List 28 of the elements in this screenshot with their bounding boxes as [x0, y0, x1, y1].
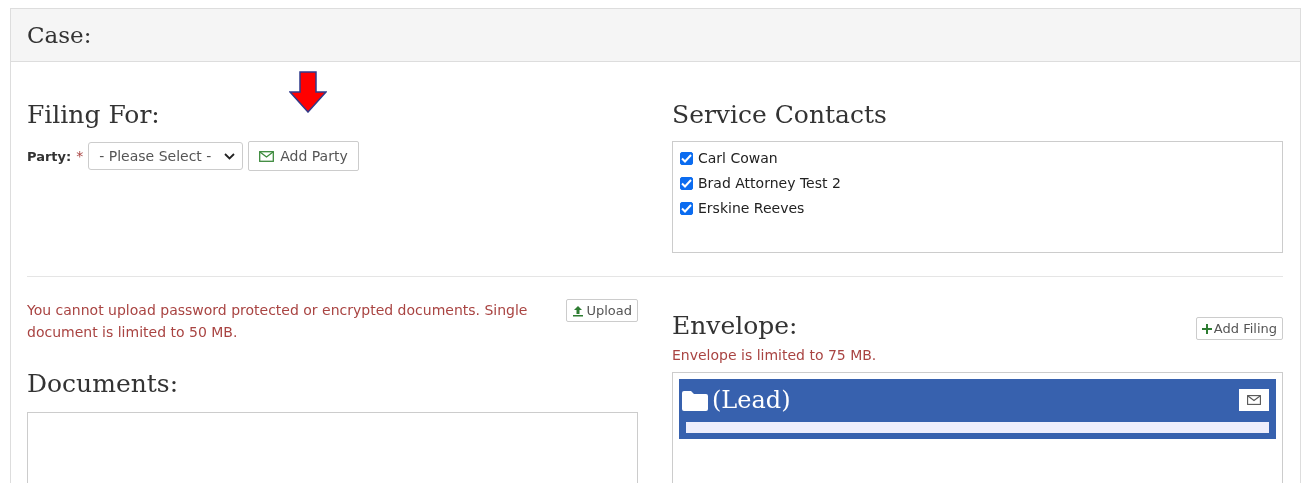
envelope-icon — [1247, 395, 1261, 405]
upload-button[interactable]: Upload — [566, 299, 638, 322]
panel-title: Case: — [27, 22, 92, 48]
section-heading: Envelope: — [672, 311, 798, 340]
email-button[interactable] — [1239, 389, 1269, 411]
add-party-button[interactable]: Add Party — [248, 141, 359, 171]
section-heading: Service Contacts — [672, 100, 888, 129]
checkbox[interactable] — [680, 176, 693, 190]
contact-name: Brad Attorney Test 2 — [698, 175, 841, 191]
upload-notice: You cannot upload password protected or encrypted documents. Single document is limited to 50 MB. — [27, 301, 529, 342]
filing-title: (Lead) — [712, 386, 792, 414]
party-select[interactable]: - Please Select - — [88, 142, 244, 170]
add-filing-button[interactable]: Add Filing — [1195, 317, 1283, 340]
envelope-notice: Envelope is limited to 75 MB. — [672, 346, 878, 365]
checkbox[interactable] — [680, 151, 693, 165]
contact-name: Carl Cowan — [698, 150, 778, 166]
section-heading: Filing For: — [27, 100, 161, 129]
plus-icon — [1201, 323, 1212, 334]
upload-icon — [572, 304, 585, 317]
envelope-icon — [259, 150, 275, 162]
checkbox[interactable] — [680, 201, 693, 215]
contact-name: Erskine Reeves — [698, 200, 805, 216]
folder-icon — [682, 389, 708, 411]
down-arrow-icon — [289, 71, 327, 113]
required-mark: * — [76, 148, 84, 164]
chevron-icon — [224, 152, 236, 160]
party-label: Party: — [27, 148, 72, 164]
section-heading: Documents: — [27, 369, 180, 398]
